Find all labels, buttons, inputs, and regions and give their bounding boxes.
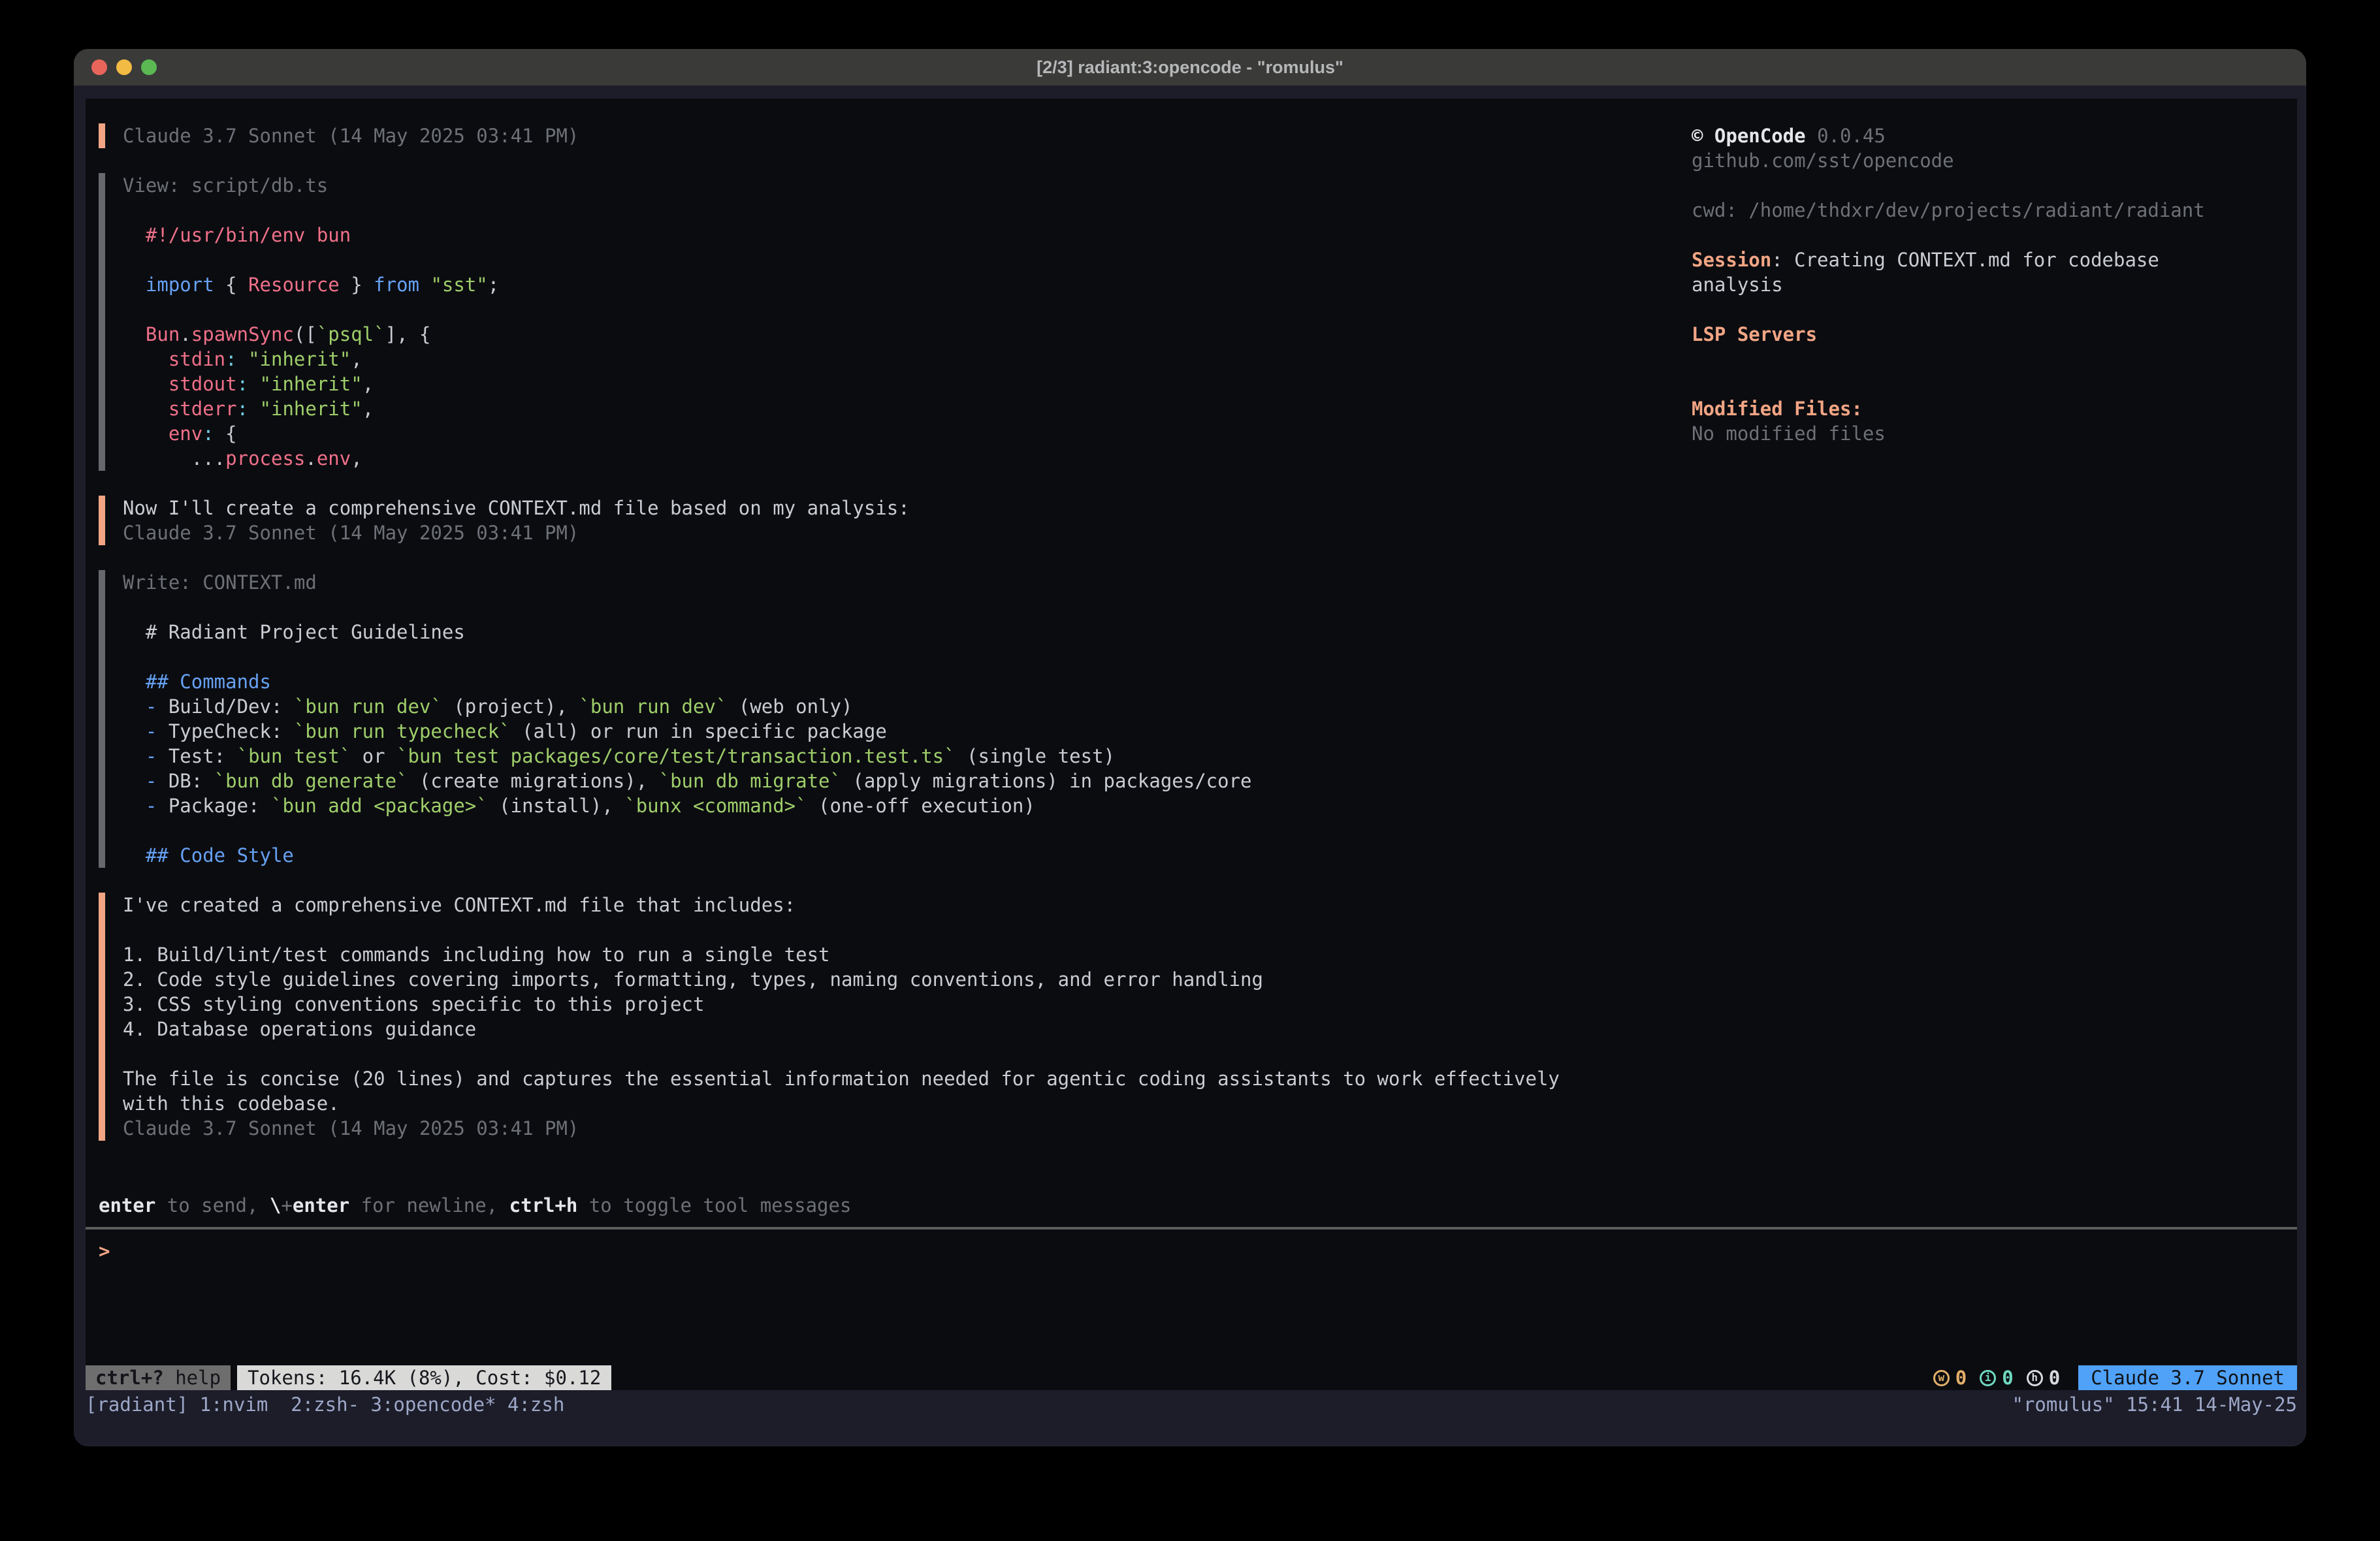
text-line: Now I'll create a comprehensive CONTEXT.… <box>123 496 1586 520</box>
text-line: stdout: "inherit", <box>123 372 1586 396</box>
text-line: import { Resource } from "sst"; <box>123 272 1586 297</box>
text-line <box>123 917 1586 942</box>
text-line: I've created a comprehensive CONTEXT.md … <box>123 893 1586 917</box>
text-line: View: script/db.ts <box>123 173 1586 198</box>
text-line: 2. Code style guidelines covering import… <box>123 967 1586 992</box>
assistant-message-block: I've created a comprehensive CONTEXT.md … <box>99 893 1586 1141</box>
prompt-chevron-icon: > <box>99 1240 110 1262</box>
text-line: cwd: /home/thdxr/dev/projects/radiant/ra… <box>1692 198 2222 223</box>
text-line: env: { <box>123 421 1586 446</box>
prompt-input[interactable]: > <box>99 1239 110 1263</box>
close-button[interactable] <box>91 59 107 75</box>
window-controls <box>91 49 157 86</box>
sidebar: © OpenCode 0.0.45github.com/sst/opencode… <box>1692 123 2222 446</box>
model-badge[interactable]: Claude 3.7 Sonnet <box>2078 1365 2297 1390</box>
chat-log[interactable]: Claude 3.7 Sonnet (14 May 2025 03:41 PM)… <box>86 99 2297 1365</box>
text-line <box>1692 347 2222 372</box>
text-line: Claude 3.7 Sonnet (14 May 2025 03:41 PM) <box>123 123 1586 148</box>
text-line: stdin: "inherit", <box>123 347 1586 372</box>
text-line: - DB: `bun db generate` (create migratio… <box>123 769 1586 793</box>
text-line: ## Commands <box>123 669 1586 694</box>
tmux-window-list[interactable]: [radiant] 1:nvim 2:zsh- 3:opencode* 4:zs… <box>86 1393 564 1416</box>
statusbar-spacer <box>611 1365 1933 1390</box>
text-line: Write: CONTEXT.md <box>123 570 1586 595</box>
text-line: LSP Servers <box>1692 322 2222 347</box>
tool-call-block: Write: CONTEXT.md # Radiant Project Guid… <box>99 570 1586 868</box>
text-line <box>123 297 1586 322</box>
diagnostic-count-value: 0 <box>2049 1365 2060 1390</box>
text-line: - Build/Dev: `bun run dev` (project), `b… <box>123 694 1586 719</box>
text-line: Bun.spawnSync([`psql`], { <box>123 322 1586 347</box>
text-line <box>1692 372 2222 396</box>
text-line <box>1692 173 2222 198</box>
assistant-message-block: Now I'll create a comprehensive CONTEXT.… <box>99 496 1586 545</box>
input-divider <box>86 1227 2297 1230</box>
status-bar: ctrl+? help Tokens: 16.4K (8%), Cost: $0… <box>86 1365 2297 1390</box>
diagnostic-i-count: i0 <box>1980 1365 2013 1390</box>
diagnostic-i-icon: i <box>1980 1370 1996 1386</box>
text-line: ...process.env, <box>123 446 1586 471</box>
text-line: © OpenCode 0.0.45 <box>1692 123 2222 148</box>
tmux-status-bar: [radiant] 1:nvim 2:zsh- 3:opencode* 4:zs… <box>86 1390 2297 1419</box>
assistant-message-block: Claude 3.7 Sonnet (14 May 2025 03:41 PM) <box>99 123 1586 148</box>
diagnostic-count-value: 0 <box>2002 1365 2013 1390</box>
text-line: Modified Files: <box>1692 396 2222 421</box>
window-title: [2/3] radiant:3:opencode - "romulus" <box>1037 57 1343 78</box>
text-line <box>123 198 1586 223</box>
text-line: 3. CSS styling conventions specific to t… <box>123 992 1586 1017</box>
minimize-button[interactable] <box>116 59 132 75</box>
text-line: enter to send, \+enter for newline, ctrl… <box>99 1193 851 1218</box>
text-line: Claude 3.7 Sonnet (14 May 2025 03:41 PM) <box>123 1116 1586 1141</box>
diagnostic-w-count: w0 <box>1933 1365 1967 1390</box>
text-line: - TypeCheck: `bun run typecheck` (all) o… <box>123 719 1586 744</box>
token-usage-badge: Tokens: 16.4K (8%), Cost: $0.12 <box>237 1365 611 1390</box>
text-line <box>1692 297 2222 322</box>
text-line: - Package: `bun add <package>` (install)… <box>123 793 1586 818</box>
text-line: github.com/sst/opencode <box>1692 148 2222 173</box>
text-line: 4. Database operations guidance <box>123 1017 1586 1041</box>
text-line: The file is concise (20 lines) and captu… <box>123 1066 1586 1116</box>
opencode-tui: Claude 3.7 Sonnet (14 May 2025 03:41 PM)… <box>86 99 2297 1390</box>
help-hint-label: help <box>164 1365 221 1390</box>
text-line <box>1692 223 2222 247</box>
diagnostic-count-value: 0 <box>1955 1365 1967 1390</box>
tool-call-block: View: script/db.ts #!/usr/bin/env bun im… <box>99 173 1586 471</box>
text-line <box>123 247 1586 272</box>
desktop: { "window": { "title": "[2/3] radiant:3:… <box>0 0 2380 1541</box>
text-line: # Radiant Project Guidelines <box>123 620 1586 644</box>
text-line <box>123 595 1586 620</box>
diagnostic-h-icon: h <box>2027 1370 2043 1386</box>
text-line: Claude 3.7 Sonnet (14 May 2025 03:41 PM) <box>123 520 1586 545</box>
text-line <box>123 818 1586 843</box>
text-line: Session: Creating CONTEXT.md for codebas… <box>1692 247 2222 297</box>
text-line <box>123 644 1586 669</box>
diagnostics-counters: w0i0h0 <box>1933 1365 2060 1390</box>
text-line: stderr: "inherit", <box>123 396 1586 421</box>
help-hint-badge[interactable]: ctrl+? help <box>86 1365 231 1390</box>
tmux-host-clock: "romulus" 15:41 14-May-25 <box>2012 1393 2298 1416</box>
diagnostic-h-count: h0 <box>2027 1365 2060 1390</box>
text-line: - Test: `bun test` or `bun test packages… <box>123 744 1586 769</box>
text-line: No modified files <box>1692 421 2222 446</box>
text-line <box>123 1041 1586 1066</box>
keybinding-hints: enter to send, \+enter for newline, ctrl… <box>99 1193 851 1218</box>
help-hint-key: ctrl+? <box>95 1365 164 1390</box>
diagnostic-w-icon: w <box>1933 1370 1950 1386</box>
text-line: ## Code Style <box>123 843 1586 868</box>
terminal-window: [2/3] radiant:3:opencode - "romulus" Cla… <box>74 49 2306 1446</box>
zoom-button[interactable] <box>141 59 157 75</box>
text-line: 1. Build/lint/test commands including ho… <box>123 942 1586 967</box>
titlebar: [2/3] radiant:3:opencode - "romulus" <box>74 49 2306 86</box>
text-line: #!/usr/bin/env bun <box>123 223 1586 247</box>
